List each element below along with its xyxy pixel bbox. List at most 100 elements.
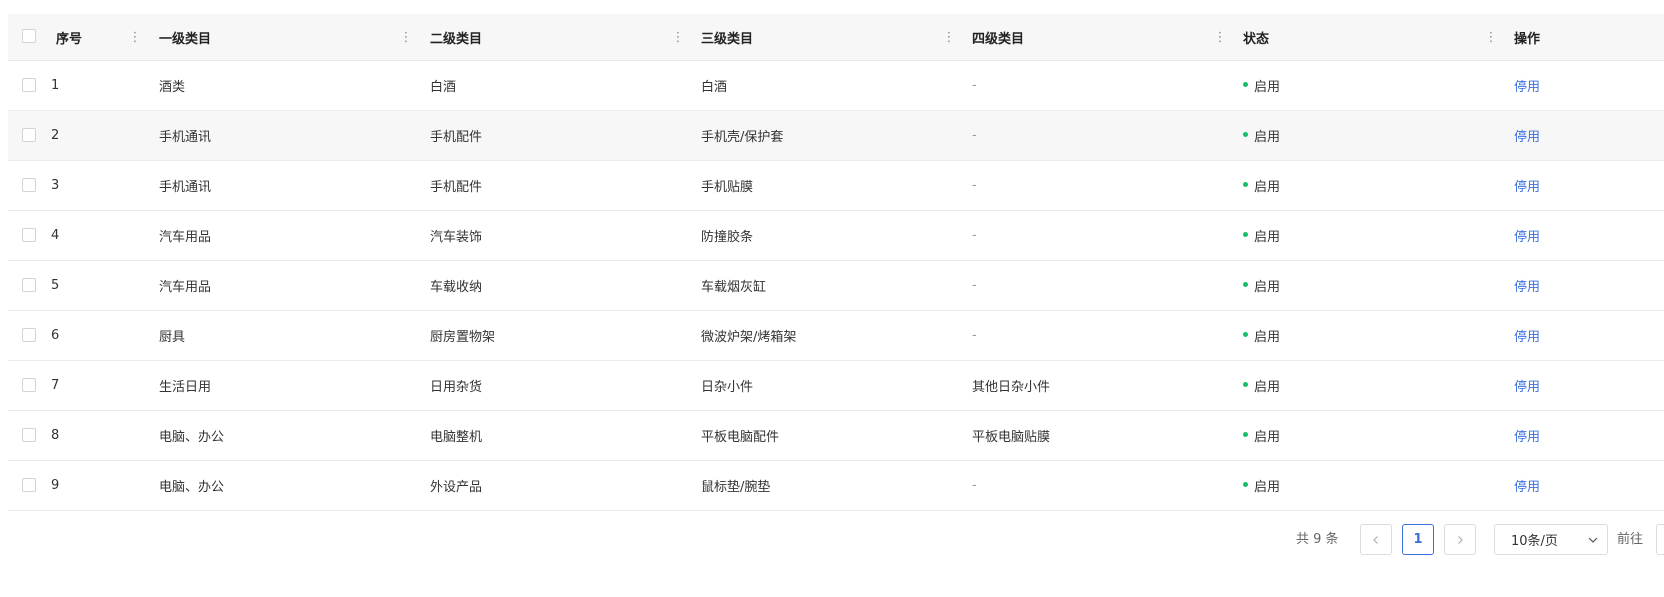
disable-button[interactable]: 停用 [1514, 376, 1540, 395]
select-all-checkbox[interactable] [22, 29, 36, 43]
cell-status: 启用 [1243, 211, 1280, 260]
cell-status: 启用 [1243, 311, 1280, 360]
table-row[interactable]: 4 汽车用品 汽车装饰 防撞胶条 - 启用 停用 [8, 211, 1664, 261]
cell-index: 2 [51, 128, 60, 143]
page-button-current[interactable]: 1 [1402, 524, 1434, 555]
cell-level2: 日用杂货 [430, 380, 483, 395]
more-vertical-icon[interactable]: ⋮ [943, 14, 956, 60]
table-row[interactable]: 5 汽车用品 车载收纳 车载烟灰缸 - 启用 停用 [8, 261, 1664, 311]
cell-level1: 生活日用 [159, 380, 212, 395]
status-text: 启用 [1254, 480, 1281, 495]
status-dot-icon [1243, 382, 1248, 387]
row-checkbox[interactable] [22, 77, 36, 92]
row-checkbox[interactable] [22, 227, 36, 242]
cell-index: 8 [51, 428, 60, 443]
header-level4-label: 四级类目 [972, 31, 1025, 47]
disable-button[interactable]: 停用 [1514, 326, 1540, 345]
cell-level1: 手机通讯 [159, 130, 212, 145]
category-table: 序号 ⋮ 一级类目 ⋮ 二级类目 ⋮ 三级类目 ⋮ 四级类目 ⋮ 状态 ⋮ 操作 [8, 14, 1664, 511]
cell-level3: 手机壳/保护套 [701, 130, 784, 145]
header-action-label: 操作 [1514, 31, 1541, 47]
disable-button[interactable]: 停用 [1514, 426, 1540, 445]
cell-level2: 车载收纳 [430, 280, 483, 295]
row-checkbox[interactable] [22, 427, 36, 442]
cell-level4: - [972, 278, 977, 293]
header-level2[interactable]: 二级类目 [430, 14, 482, 60]
disable-button[interactable]: 停用 [1514, 76, 1540, 95]
cell-level1: 电脑、办公 [159, 480, 225, 495]
row-checkbox[interactable] [22, 377, 36, 392]
prev-page-button[interactable] [1360, 524, 1392, 555]
header-action: 操作 [1514, 14, 1540, 60]
status-text: 启用 [1254, 430, 1281, 445]
table-row[interactable]: 2 手机通讯 手机配件 手机壳/保护套 - 启用 停用 [8, 111, 1664, 161]
cell-action: 停用 [1514, 411, 1540, 460]
header-level4[interactable]: 四级类目 [972, 14, 1024, 60]
header-level3[interactable]: 三级类目 [701, 14, 753, 60]
header-level1[interactable]: 一级类目 [159, 14, 211, 60]
cell-level3: 平板电脑配件 [701, 430, 780, 445]
disable-button[interactable]: 停用 [1514, 126, 1540, 145]
cell-index: 1 [51, 78, 60, 93]
header-level1-label: 一级类目 [159, 31, 212, 47]
table-row[interactable]: 1 酒类 白酒 白酒 - 启用 停用 [8, 61, 1664, 111]
cell-level2: 汽车装饰 [430, 230, 483, 245]
more-vertical-icon[interactable]: ⋮ [1214, 14, 1227, 60]
row-checkbox[interactable] [22, 277, 36, 292]
disable-button[interactable]: 停用 [1514, 276, 1540, 295]
header-index-label: 序号 [56, 31, 83, 47]
table-row[interactable]: 9 电脑、办公 外设产品 鼠标垫/腕垫 - 启用 停用 [8, 461, 1664, 511]
row-checkbox[interactable] [22, 127, 36, 142]
cell-level2: 厨房置物架 [430, 330, 496, 345]
table-header: 序号 ⋮ 一级类目 ⋮ 二级类目 ⋮ 三级类目 ⋮ 四级类目 ⋮ 状态 ⋮ 操作 [8, 14, 1664, 61]
table-row[interactable]: 8 电脑、办公 电脑整机 平板电脑配件 平板电脑贴膜 启用 停用 [8, 411, 1664, 461]
more-vertical-icon[interactable]: ⋮ [672, 14, 685, 60]
cell-level4: - [972, 328, 977, 343]
status-dot-icon [1243, 432, 1248, 437]
cell-level4: 平板电脑贴膜 [972, 430, 1051, 445]
status-dot-icon [1243, 482, 1248, 487]
status-text: 启用 [1254, 230, 1281, 245]
status-dot-icon [1243, 82, 1248, 87]
pagination-total: 共 9 条 [1296, 532, 1339, 547]
more-vertical-icon[interactable]: ⋮ [129, 14, 142, 60]
cell-index: 9 [51, 478, 60, 493]
cell-level3: 防撞胶条 [701, 230, 754, 245]
cell-level1: 酒类 [159, 80, 186, 95]
disable-button[interactable]: 停用 [1514, 176, 1540, 195]
page-size-value: 10条/页 [1511, 534, 1558, 549]
cell-level4: - [972, 228, 977, 243]
header-index[interactable]: 序号 [56, 14, 82, 60]
cell-action: 停用 [1514, 61, 1540, 110]
row-checkbox[interactable] [22, 477, 36, 492]
status-text: 启用 [1254, 380, 1281, 395]
cell-action: 停用 [1514, 161, 1540, 210]
goto-page-input[interactable] [1656, 524, 1664, 555]
header-status[interactable]: 状态 [1243, 14, 1269, 60]
cell-status: 启用 [1243, 361, 1280, 410]
cell-level3: 微波炉架/烤箱架 [701, 330, 797, 345]
cell-level1: 汽车用品 [159, 280, 212, 295]
header-level3-label: 三级类目 [701, 31, 754, 47]
disable-button[interactable]: 停用 [1514, 476, 1540, 495]
disable-button[interactable]: 停用 [1514, 226, 1540, 245]
cell-level2: 外设产品 [430, 480, 483, 495]
status-dot-icon [1243, 332, 1248, 337]
more-vertical-icon[interactable]: ⋮ [1485, 14, 1498, 60]
table-row[interactable]: 7 生活日用 日用杂货 日杂小件 其他日杂小件 启用 停用 [8, 361, 1664, 411]
row-checkbox[interactable] [22, 177, 36, 192]
cell-index: 6 [51, 328, 60, 343]
cell-status: 启用 [1243, 461, 1280, 510]
more-vertical-icon[interactable]: ⋮ [400, 14, 413, 60]
cell-action: 停用 [1514, 111, 1540, 160]
row-checkbox[interactable] [22, 327, 36, 342]
table-row[interactable]: 6 厨具 厨房置物架 微波炉架/烤箱架 - 启用 停用 [8, 311, 1664, 361]
next-page-button[interactable] [1444, 524, 1476, 555]
goto-label: 前往 [1617, 532, 1644, 547]
cell-level3: 日杂小件 [701, 380, 754, 395]
chevron-right-icon [1458, 535, 1463, 544]
cell-status: 启用 [1243, 261, 1280, 310]
table-row[interactable]: 3 手机通讯 手机配件 手机贴膜 - 启用 停用 [8, 161, 1664, 211]
page-size-select[interactable]: 10条/页 [1494, 524, 1608, 555]
cell-level4: - [972, 178, 977, 193]
